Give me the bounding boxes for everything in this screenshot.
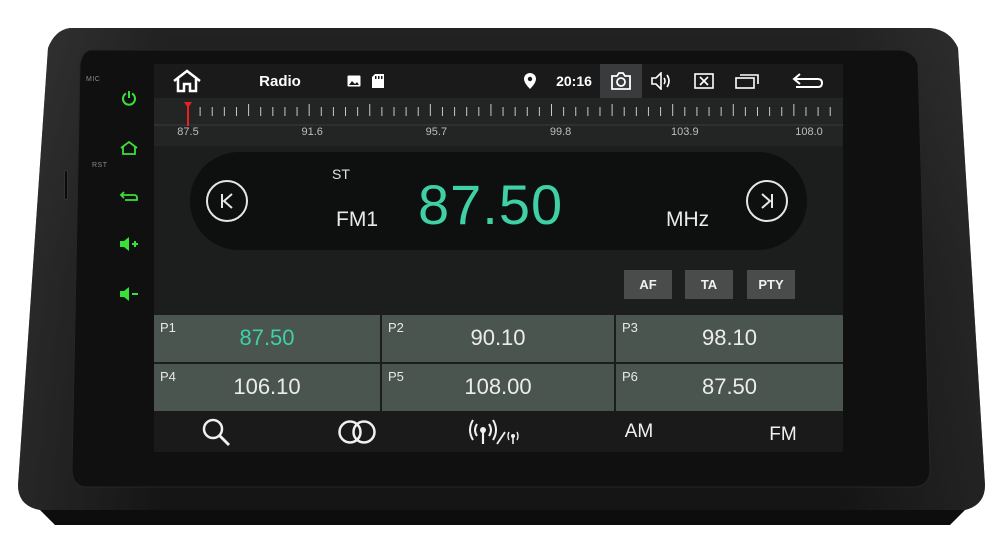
back-button[interactable] <box>788 64 828 98</box>
band-label: FM1 <box>336 208 378 231</box>
back-icon <box>120 191 138 201</box>
af-button[interactable]: AF <box>624 270 672 299</box>
tuner-tick-label: 87.5 <box>177 126 199 138</box>
power-icon <box>122 91 136 106</box>
tuner-tick-label: 99.8 <box>549 126 572 138</box>
volume-up-icon <box>120 237 138 251</box>
preset-frequency: 87.50 <box>239 325 295 350</box>
preset-frequency: 87.50 <box>701 374 758 399</box>
frequency-unit: MHz <box>666 208 710 231</box>
hw-volume-up-button[interactable] <box>117 234 141 254</box>
seek-next-button[interactable] <box>746 180 788 222</box>
recent-apps-button[interactable] <box>732 64 762 98</box>
home-icon <box>120 141 138 155</box>
home-icon <box>173 69 201 93</box>
sd-slot <box>64 170 68 200</box>
car-head-unit: MIC RST Radio 20:16 87.5 91.6 95.7 99.8 … <box>0 0 1000 541</box>
bottom-toolbar: AM FM <box>154 411 843 452</box>
preset-frequency: 108.00 <box>464 374 532 399</box>
location-icon <box>520 64 540 98</box>
preset-p4[interactable]: P4 106.10 <box>154 364 380 411</box>
preset-frequency: 90.10 <box>470 325 526 350</box>
home-button[interactable] <box>166 64 208 98</box>
preset-p6[interactable]: P6 87.50 <box>616 364 843 411</box>
preset-frequency: 106.10 <box>233 374 301 399</box>
radio-screen: Radio 20:16 87.5 91.6 95.7 99.8 103.9 10… <box>154 64 843 452</box>
volume-down-icon <box>120 287 138 301</box>
back-arrow-icon <box>792 73 824 88</box>
frequency-display-panel: ST FM1 87.50 MHz <box>190 152 807 250</box>
skip-previous-icon <box>221 193 233 209</box>
volume-icon <box>651 72 670 90</box>
am-band-button[interactable]: AM <box>614 411 664 452</box>
seek-previous-button[interactable] <box>206 180 248 222</box>
local-distant-button[interactable] <box>466 411 526 452</box>
status-bar: Radio 20:16 <box>154 64 843 98</box>
tuner-tick-label: 103.9 <box>671 126 699 138</box>
current-frequency: 87.50 <box>418 173 564 236</box>
hw-back-button[interactable] <box>117 186 141 206</box>
local-distant-icon <box>469 418 519 444</box>
sd-card-icon <box>369 64 387 98</box>
hw-volume-down-button[interactable] <box>117 284 141 304</box>
close-window-button[interactable] <box>690 64 718 98</box>
ta-button[interactable]: TA <box>685 270 733 299</box>
skip-next-icon <box>761 193 773 209</box>
gallery-icon <box>344 64 364 98</box>
hw-home-button[interactable] <box>117 138 141 158</box>
preset-p5[interactable]: P5 108.00 <box>382 364 614 411</box>
preset-p3[interactable]: P3 98.10 <box>616 315 843 362</box>
search-icon <box>202 418 230 446</box>
stereo-indicator: ST <box>332 166 350 182</box>
tuner-scale <box>154 102 843 126</box>
mic-label: MIC <box>86 76 101 83</box>
pty-button[interactable]: PTY <box>747 270 795 299</box>
app-title: Radio <box>259 72 301 90</box>
clock-time: 20:16 <box>556 73 592 89</box>
tuner-marker-head <box>184 102 192 108</box>
recent-apps-icon <box>735 74 759 89</box>
preset-p1[interactable]: P1 87.50 <box>154 315 380 362</box>
tuner-tick-label: 95.7 <box>425 126 448 138</box>
close-window-icon <box>694 73 714 89</box>
fm-band-button[interactable]: FM <box>758 414 808 452</box>
preset-p2[interactable]: P2 90.10 <box>382 315 614 362</box>
stereo-rings-icon <box>338 419 376 444</box>
tuner-tick-label: 108.0 <box>795 126 823 138</box>
tuner-tick-label: 91.6 <box>301 126 323 138</box>
preset-frequency: 98.10 <box>701 325 758 350</box>
hw-power-button[interactable] <box>117 88 141 108</box>
screenshot-button[interactable] <box>600 64 642 98</box>
camera-icon <box>611 72 631 90</box>
preset-grid: P1 87.50 P2 90.10 P3 98.10 P4 106.10 P5 … <box>154 315 843 411</box>
volume-button[interactable] <box>648 64 676 98</box>
scan-button[interactable] <box>194 411 238 452</box>
frequency-tuner[interactable]: 87.5 91.6 95.7 99.8 103.9 108.0 <box>154 98 843 146</box>
stereo-mono-button[interactable] <box>332 411 382 452</box>
rst-label: RST <box>92 162 108 169</box>
